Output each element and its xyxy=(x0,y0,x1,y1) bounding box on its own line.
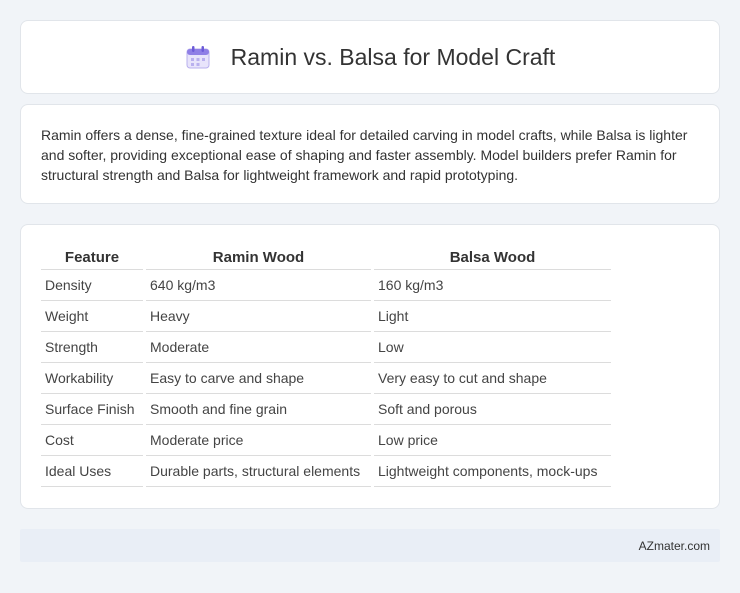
feature-cell: Surface Finish xyxy=(41,394,143,425)
table-row: Workability Easy to carve and shape Very… xyxy=(41,363,611,394)
comparison-table: Feature Ramin Wood Balsa Wood Density 64… xyxy=(38,243,614,487)
feature-cell: Weight xyxy=(41,301,143,332)
balsa-cell: Light xyxy=(374,301,611,332)
ramin-cell: Moderate xyxy=(146,332,371,363)
footer-site-link[interactable]: AZmater.com xyxy=(639,539,710,553)
calendar-icon xyxy=(185,45,211,69)
description-card: Ramin offers a dense, fine-grained textu… xyxy=(20,104,720,204)
balsa-cell: Lightweight components, mock-ups xyxy=(374,456,611,487)
table-row: Ideal Uses Durable parts, structural ele… xyxy=(41,456,611,487)
feature-cell: Workability xyxy=(41,363,143,394)
feature-cell: Density xyxy=(41,270,143,301)
ramin-cell: Moderate price xyxy=(146,425,371,456)
header-feature: Feature xyxy=(41,243,143,270)
balsa-cell: Low price xyxy=(374,425,611,456)
balsa-cell: Low xyxy=(374,332,611,363)
ramin-cell: Durable parts, structural elements xyxy=(146,456,371,487)
ramin-cell: Smooth and fine grain xyxy=(146,394,371,425)
balsa-cell: Very easy to cut and shape xyxy=(374,363,611,394)
table-header-row: Feature Ramin Wood Balsa Wood xyxy=(41,243,611,270)
header-ramin-wood: Ramin Wood xyxy=(146,243,371,270)
comparison-table-card: Feature Ramin Wood Balsa Wood Density 64… xyxy=(20,224,720,509)
ramin-cell: 640 kg/m3 xyxy=(146,270,371,301)
balsa-cell: Soft and porous xyxy=(374,394,611,425)
ramin-cell: Easy to carve and shape xyxy=(146,363,371,394)
title-card: Ramin vs. Balsa for Model Craft xyxy=(20,20,720,94)
table-row: Surface Finish Smooth and fine grain Sof… xyxy=(41,394,611,425)
feature-cell: Strength xyxy=(41,332,143,363)
table-row: Cost Moderate price Low price xyxy=(41,425,611,456)
feature-cell: Ideal Uses xyxy=(41,456,143,487)
table-row: Weight Heavy Light xyxy=(41,301,611,332)
description-text: Ramin offers a dense, fine-grained textu… xyxy=(41,127,688,183)
balsa-cell: 160 kg/m3 xyxy=(374,270,611,301)
header-balsa-wood: Balsa Wood xyxy=(374,243,611,270)
page-title: Ramin vs. Balsa for Model Craft xyxy=(230,43,556,70)
ramin-cell: Heavy xyxy=(146,301,371,332)
footer: AZmater.com xyxy=(20,529,720,562)
feature-cell: Cost xyxy=(41,425,143,456)
table-row: Strength Moderate Low xyxy=(41,332,611,363)
table-row: Density 640 kg/m3 160 kg/m3 xyxy=(41,270,611,301)
